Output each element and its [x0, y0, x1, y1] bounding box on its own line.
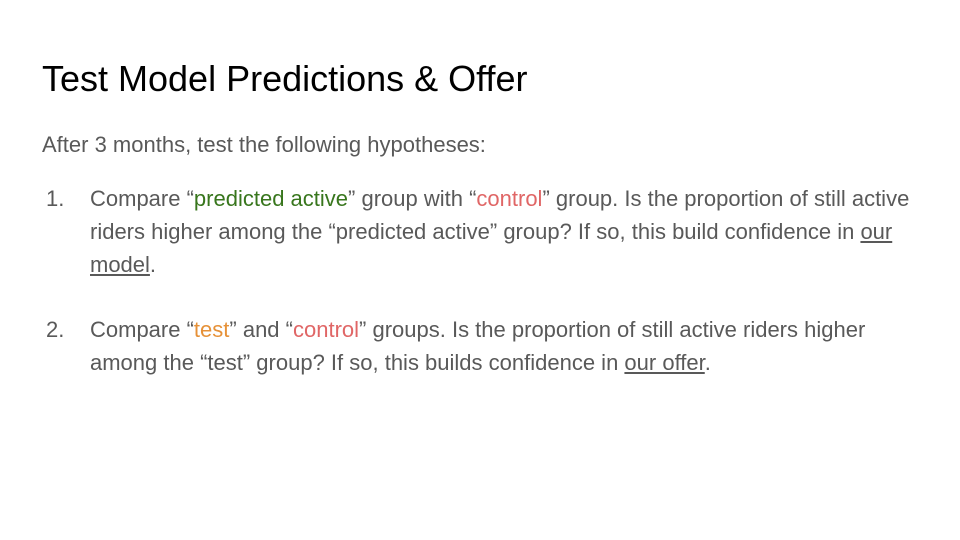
our-offer-link[interactable]: our offer [624, 350, 704, 375]
item-text: . [149, 252, 157, 277]
intro-text: After 3 months, test the following hypot… [42, 132, 486, 157]
item-text: ” and “ [229, 317, 293, 342]
item-text: Compare “ [90, 186, 194, 211]
list-item: 2. Compare “test” and “control” groups. … [42, 313, 922, 379]
test-highlight: test [193, 317, 230, 342]
predicted-active-highlight: predicted active [193, 186, 349, 211]
item-text: ” group with “ [348, 186, 477, 211]
slide-title: Test Model Predictions & Offer [42, 58, 528, 99]
control-highlight: control [476, 186, 543, 211]
slide: Test Model Predictions & Offer After 3 m… [0, 0, 960, 540]
list-number: 1. [46, 186, 65, 211]
hypotheses-list: 1. Compare “predicted active” group with… [42, 182, 922, 379]
item-text: Compare “ [90, 317, 194, 342]
list-item: 1. Compare “predicted active” group with… [42, 182, 922, 281]
item-text: . [704, 350, 711, 375]
control-highlight: control [292, 317, 360, 342]
list-number: 2. [46, 317, 65, 342]
